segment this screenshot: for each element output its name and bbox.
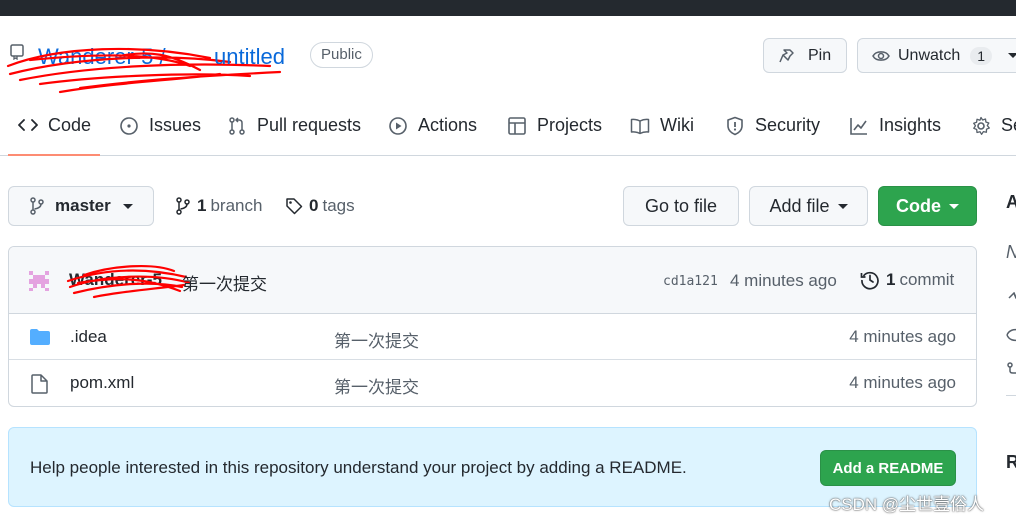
eye-icon <box>1006 328 1016 342</box>
tag-icon <box>286 198 303 215</box>
go-to-file-label: Go to file <box>644 195 718 216</box>
code-dropdown-button[interactable]: Code <box>878 186 977 226</box>
repo-icon <box>10 44 24 60</box>
file-name-link[interactable]: .idea <box>70 327 107 347</box>
tab-issues[interactable]: Issues <box>119 96 201 155</box>
shield-icon <box>727 116 743 135</box>
tab-insights[interactable]: Insights <box>849 96 941 155</box>
pull-request-icon <box>229 116 245 135</box>
tab-security[interactable]: Security <box>725 96 820 155</box>
tab-pull-requests-label: Pull requests <box>257 115 362 135</box>
star-icon <box>1008 292 1016 299</box>
pin-label: Pin <box>808 46 832 64</box>
add-readme-label: Add a README <box>832 459 944 477</box>
eye-icon <box>872 50 890 61</box>
tab-wiki[interactable]: Wiki <box>630 96 694 155</box>
repo-owner-name: Wanderer-5 <box>38 44 154 69</box>
commit-sha-link[interactable]: cd1a121 <box>663 274 718 289</box>
repo-owner-link[interactable]: Wanderer-5 / <box>38 44 166 70</box>
tab-projects[interactable]: Projects <box>507 96 602 155</box>
fork-icon <box>1007 362 1016 374</box>
chevron-down-icon <box>1008 53 1016 58</box>
chevron-down-icon <box>837 203 848 209</box>
repo-name-link[interactable]: untitled <box>214 44 285 70</box>
branch-count-label: branch <box>210 196 263 215</box>
folder-icon <box>30 329 50 345</box>
file-row[interactable]: .idea 第一次提交 4 minutes ago <box>9 314 976 360</box>
file-commit-message[interactable]: 第一次提交 <box>334 327 419 352</box>
file-row[interactable]: pom.xml 第一次提交 4 minutes ago <box>9 360 976 406</box>
commit-count: 1 <box>886 270 896 289</box>
sidebar-divider <box>1006 395 1016 396</box>
pin-button[interactable]: Pin <box>763 38 847 73</box>
branch-count: 1 <box>197 196 207 215</box>
current-branch-label: master <box>55 196 111 215</box>
graph-icon <box>850 117 867 135</box>
go-to-file-button[interactable]: Go to file <box>623 186 739 226</box>
add-file-button[interactable]: Add file <box>749 186 868 226</box>
tab-pull-requests[interactable]: Pull requests <box>227 96 361 155</box>
visibility-badge: Public <box>310 42 373 68</box>
about-heading-fragment: A <box>1006 192 1016 212</box>
path-separator: / <box>159 44 166 69</box>
add-file-label: Add file <box>769 195 830 216</box>
tab-code-label: Code <box>48 114 92 135</box>
tab-wiki-label: Wiki <box>660 115 694 135</box>
commits-history-link[interactable]: 1 commit <box>860 270 954 290</box>
file-commit-time: 4 minutes ago <box>849 327 956 346</box>
git-branch-icon <box>176 197 190 215</box>
chevron-down-icon <box>122 203 133 209</box>
history-icon <box>860 271 879 290</box>
tags-link[interactable]: 0 tags <box>285 196 355 216</box>
code-button-label: Code <box>896 195 941 216</box>
releases-heading-fragment: R <box>1006 452 1016 472</box>
readme-prompt-text: Help people interested in this repositor… <box>30 458 687 477</box>
description-fragment: N <box>1006 242 1016 263</box>
tab-code[interactable]: Code <box>8 96 100 156</box>
watch-count-badge: 1 <box>970 46 993 65</box>
git-branch-icon <box>30 197 44 215</box>
tab-actions[interactable]: Actions <box>388 96 477 155</box>
tab-settings-label: Settings <box>1001 115 1016 135</box>
file-name-link[interactable]: pom.xml <box>70 373 134 393</box>
branches-link[interactable]: 1 branch <box>175 196 262 216</box>
branch-select-button[interactable]: master <box>8 186 154 226</box>
commit-count-label: commit <box>899 270 955 289</box>
unwatch-button[interactable]: Unwatch 1 <box>857 38 1016 73</box>
pin-icon <box>779 48 794 62</box>
commit-time: 4 minutes ago <box>730 271 837 290</box>
chevron-down-icon <box>949 203 959 209</box>
tab-insights-label: Insights <box>879 115 942 135</box>
code-icon <box>18 119 38 131</box>
add-readme-button[interactable]: Add a README <box>820 450 956 486</box>
avatar[interactable] <box>26 268 52 294</box>
book-icon <box>630 118 650 134</box>
issue-icon <box>120 116 138 135</box>
file-commit-time: 4 minutes ago <box>849 373 956 392</box>
file-commit-message[interactable]: 第一次提交 <box>334 373 419 398</box>
unwatch-label: Unwatch <box>898 46 961 64</box>
file-listing: Wanderer-5 第一次提交 cd1a121 4 minutes ago 1… <box>8 246 977 407</box>
repo-header: Wanderer-5 / untitled Public Pin Unwatch… <box>0 16 1016 96</box>
table-icon <box>508 116 526 135</box>
latest-commit-row: Wanderer-5 第一次提交 cd1a121 4 minutes ago 1… <box>9 247 976 314</box>
play-icon <box>389 116 407 135</box>
tab-projects-label: Projects <box>537 115 603 135</box>
gear-icon <box>973 116 990 135</box>
commit-author[interactable]: Wanderer-5 <box>69 270 162 290</box>
commit-message-link[interactable]: 第一次提交 <box>182 270 267 295</box>
file-icon <box>31 374 48 394</box>
tab-security-label: Security <box>755 115 821 135</box>
tag-count-label: tags <box>322 196 355 215</box>
global-header-bar <box>0 0 1016 16</box>
tab-actions-label: Actions <box>418 115 478 135</box>
tag-count: 0 <box>309 196 319 215</box>
tab-issues-label: Issues <box>149 115 202 135</box>
tab-settings[interactable]: Settings <box>971 96 1016 155</box>
csdn-watermark: CSDN @尘世壹俗人 <box>829 495 985 514</box>
repo-tab-nav: Code Issues Pull requests Actions Projec… <box>0 96 1016 156</box>
